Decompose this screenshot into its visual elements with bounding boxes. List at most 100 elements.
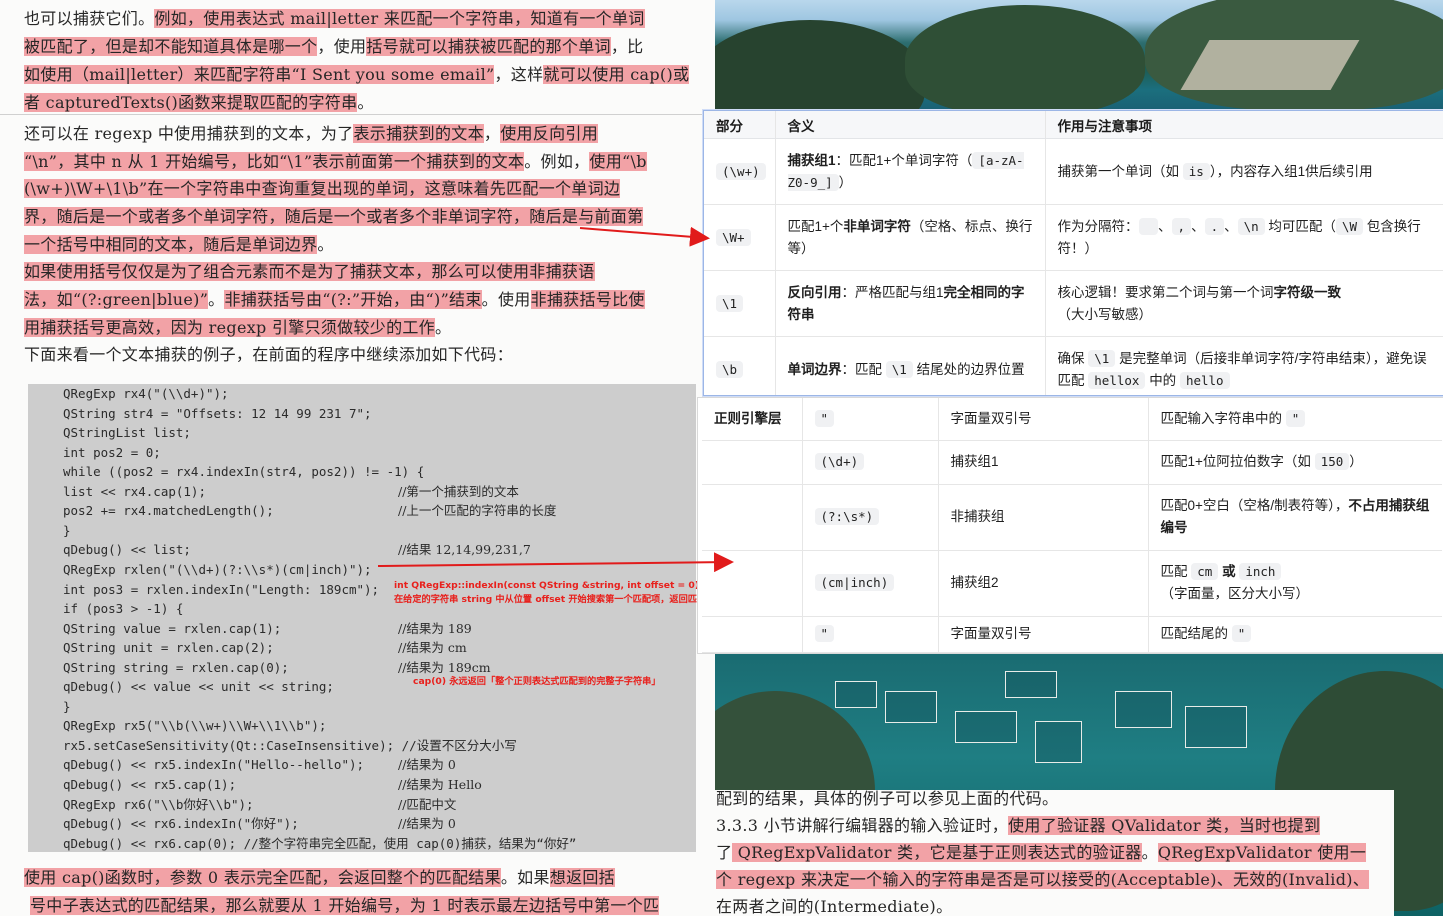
code-line: QString str4 = "Offsets: 12 14 99 231 7"…	[63, 405, 372, 421]
table-row: (?:\s*) 非捕获组 匹配0+空白（空格/制表符等），不占用捕获组编号	[702, 484, 1442, 551]
code-line: QString unit = rxlen.cap(2);	[63, 640, 274, 656]
text-line: 配到的结果，具体的例子可以参见上面的代码。	[716, 790, 1059, 808]
text-line: 使用 cap()函数时，参数 0 表示完全匹配，会返回整个的匹配结果。如果想返回…	[24, 868, 615, 887]
table-row: (cm|inch) 捕获组2 匹配 cm 或 inch （字面量，区分大小写）	[702, 550, 1442, 617]
text-line: 者 capturedTexts()函数来提取匹配的字符串。	[24, 93, 374, 112]
text-line: 法，如“(?:green|blue)”。非捕获括号由“(?:”开始，由“)”结束…	[24, 290, 645, 309]
text-line: 一个括号中相同的文本，随后是单词边界。	[24, 235, 334, 254]
text-line: 了 QRegExpValidator 类，它是基于正则表达式的验证器。QRegE…	[716, 843, 1367, 862]
table-cell	[702, 550, 803, 617]
code-line: list << rx4.cap(1);	[63, 483, 206, 499]
beach-shape	[1180, 40, 1360, 90]
code-comment: //匹配中文	[398, 796, 457, 812]
code-line: qDebug() << list;	[63, 542, 191, 558]
column-header: 部分	[704, 111, 776, 139]
code-line: qDebug() << rx5.cap(1);	[63, 777, 237, 792]
page-divider	[0, 114, 715, 115]
book-page-left: 也可以捕获它们。例如，使用表达式 mail|letter 来匹配一个字符串，知道…	[0, 0, 715, 916]
code-line: QString value = rxlen.cap(1);	[63, 620, 282, 636]
table-row: \W+ 匹配1+个非单词字符（空格、标点、换行等） 作为分隔符： 、,、.、 \n…	[704, 204, 1443, 271]
table-row: (\d+) 捕获组1 匹配1+位阿拉伯数字（如 150）	[702, 440, 1442, 485]
code-line: QRegExp rx6("\\b你好\\b");	[63, 796, 254, 812]
text-line: 号中子表达式的匹配结果，那么就要从 1 开始编号，为 1 时表示最左边括号中第一…	[30, 896, 660, 915]
table-row: 正则引擎层 " 字面量双引号 匹配输入字符串中的 "	[702, 398, 1442, 441]
table-cell: 正则引擎层	[702, 398, 803, 441]
code-comment: //结果为 0	[398, 757, 456, 773]
text-line: “\n”，其中 n 从 1 开始编号，比如“\1”表示前面第一个捕获到的文本。例…	[24, 152, 647, 171]
table-cell: (cm|inch)	[802, 550, 939, 617]
table-cell: \1	[704, 270, 776, 337]
table-cell: 匹配0+空白（空格/制表符等），不占用捕获组编号	[1148, 484, 1442, 551]
code-comment: //结果为 189	[398, 620, 472, 636]
code-comment: //结果为 0	[398, 816, 456, 832]
code-comment: //结果为 189cm	[398, 659, 491, 675]
annotation-indexin-desc: 在给定的字符串 string 中从位置 offset 开始搜索第一个匹配项，返回…	[394, 594, 715, 605]
table-cell	[702, 440, 803, 485]
table-cell: 匹配结尾的 "	[1148, 616, 1442, 653]
code-line: }	[63, 698, 71, 714]
fish-farm-pen	[955, 711, 1017, 743]
table-row: " 字面量双引号 匹配结尾的 "	[702, 616, 1442, 653]
table-cell: 作为分隔符： 、,、.、 \n 均可匹配（ \W 包含换行符！）	[1045, 204, 1443, 271]
column-header: 含义	[775, 111, 1046, 139]
table-cell: "	[802, 398, 939, 441]
code-comment: //结果为 Hello	[398, 777, 482, 792]
table-cell: 字面量双引号	[938, 398, 1149, 441]
fish-farm-pen	[1115, 691, 1172, 728]
table-cell: 捕获组1：匹配1+个单词字符（ [a-zA-Z0-9_]）	[775, 138, 1046, 205]
table-row: \b 单词边界：匹配 \1 结尾处的边界位置 确保 \1 是完整单词（后接非单词…	[704, 336, 1443, 395]
island-shape	[715, 20, 925, 112]
code-comment: //结果为 cm	[398, 640, 467, 656]
table-cell: 捕获第一个单词（如 is ），内容存入组1供后续引用	[1045, 138, 1443, 205]
table-cell: 匹配输入字符串中的 "	[1148, 398, 1442, 441]
code-line: QRegExp rx5("\\b(\\w+)\\W+\\1\\b");	[63, 718, 327, 734]
table-cell: 反向引用：严格匹配与组1完全相同的字符串	[775, 270, 1046, 337]
text-line: 还可以在 regexp 中使用捕获到的文本，为了表示捕获到的文本，使用反向引用	[24, 124, 598, 143]
table-cell: 单词边界：匹配 \1 结尾处的边界位置	[775, 336, 1046, 395]
code-comment: //第一个捕获到的文本	[398, 483, 519, 499]
annotation-indexin-signature: int QRegExp::indexIn(const QString &stri…	[394, 580, 700, 591]
code-line: qDebug() << rx5.indexIn("Hello--hello");	[63, 757, 365, 773]
table-row: \1 反向引用：严格匹配与组1完全相同的字符串 核心逻辑！要求第二个词与第一个词…	[704, 270, 1443, 337]
island-shape	[905, 5, 1145, 112]
code-line: }	[63, 522, 71, 538]
table-cell: 字面量双引号	[938, 616, 1149, 653]
table-cell: 匹配1+位阿拉伯数字（如 150）	[1148, 440, 1442, 485]
landscape-photo-top	[715, 0, 1443, 112]
table-cell	[702, 616, 803, 653]
table-cell: \b	[704, 336, 776, 395]
code-comment: //上一个匹配的字符串的长度	[398, 503, 557, 519]
table-cell: (\w+)	[704, 138, 776, 205]
code-line: if (pos3 > -1) {	[63, 601, 184, 617]
table-cell: \W+	[704, 204, 776, 271]
code-line: QString string = rxlen.cap(0);	[63, 659, 289, 675]
code-line: rx5.setCaseSensitivity(Qt::CaseInsensiti…	[63, 737, 517, 753]
table-cell: 非捕获组	[938, 484, 1149, 551]
column-header: 作用与注意事项	[1045, 111, 1443, 139]
text-line: 用捕获括号更高效，因为 regexp 引擎只须做较少的工作。	[24, 318, 452, 337]
code-line: while ((pos2 = rx4.indexIn(str4, pos2)) …	[63, 464, 425, 480]
code-line: qDebug() << rx6.indexIn("你好");	[63, 816, 299, 832]
table-cell: 匹配 cm 或 inch （字面量，区分大小写）	[1148, 550, 1442, 617]
table-cell: "	[802, 616, 939, 653]
text-line: 也可以捕获它们。例如，使用表达式 mail|letter 来匹配一个字符串，知道…	[24, 9, 645, 28]
code-comment: //结果 12,14,99,231,7	[398, 542, 531, 558]
text-line: 如使用（mail|letter）来匹配字符串“I Sent you some e…	[24, 65, 690, 84]
text-line: 个 regexp 来决定一个输入的字符串是否是可以接受的(Acceptable)…	[716, 870, 1370, 889]
text-line: (\w+)\W+\1\b”在一个字符串中查询重复出现的单词，这意味着先匹配一个单…	[24, 179, 621, 198]
fish-farm-pen	[835, 681, 877, 708]
table-row: (\w+) 捕获组1：匹配1+个单词字符（ [a-zA-Z0-9_]） 捕获第一个…	[704, 138, 1443, 205]
text-line: 如果使用括号仅仅是为了组合元素而不是为了捕获文本，那么可以使用非捕获语	[24, 262, 595, 281]
code-line: QStringList list;	[63, 425, 191, 441]
text-line: 在两者之间的(Intermediate)。	[716, 897, 953, 916]
text-line: 界，随后是一个或者多个单词字符，随后是一个或者多个非单词字符，随后是与前面第	[24, 207, 644, 226]
fish-farm-pen	[1185, 706, 1247, 748]
code-line: pos2 += rx4.matchedLength();	[63, 503, 274, 519]
code-line: QRegExp rx4("(\\d+)");	[63, 386, 229, 401]
table-cell: 确保 \1 是完整单词（后接非单词字符/字符串结束），避免误匹配 hellox …	[1045, 336, 1443, 395]
table-cell: 捕获组2	[938, 550, 1149, 617]
regex-table-1: 部分 含义 作用与注意事项 (\w+) 捕获组1：匹配1+个单词字符（ [a-zA…	[703, 110, 1443, 396]
table-cell: 核心逻辑！要求第二个词与第一个词字符级一致（大小写敏感）	[1045, 270, 1443, 337]
table-cell: 捕获组1	[938, 440, 1149, 485]
code-line: QRegExp rxlen("(\\d+)(?:\\s*)(cm|inch)")…	[63, 561, 372, 577]
